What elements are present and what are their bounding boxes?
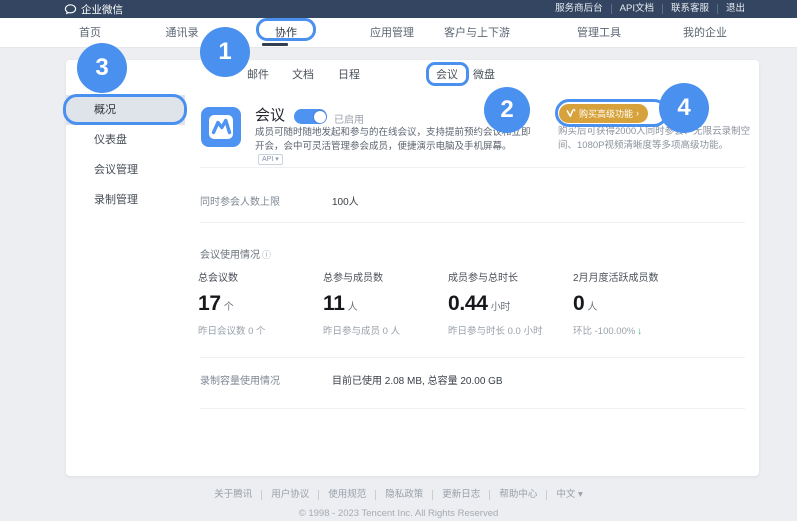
- stat-unit: 个: [224, 302, 234, 313]
- stat-monthly-active: 2月月度活跃成员数 0人 环比 -100.00%↓: [573, 269, 698, 337]
- buy-premium-button[interactable]: 购买高级功能 ›: [559, 104, 648, 123]
- stat-total-participants: 总参与成员数 11人 昨日参与成员 0 人: [323, 269, 448, 337]
- meeting-app-icon: [201, 107, 241, 147]
- primary-nav: 首页 通讯录 协作 应用管理 客户与上下游 管理工具 我的企业: [0, 18, 797, 48]
- topbar-links: 服务商后台 API文档 联系客服 退出: [547, 0, 753, 18]
- capacity-label: 同时参会人数上限: [200, 193, 280, 208]
- chevron-right-icon: ›: [636, 109, 639, 118]
- step-circle-3: 3: [77, 43, 127, 93]
- divider: [200, 222, 745, 223]
- nav-admin-tools[interactable]: 管理工具: [577, 18, 621, 48]
- subtab-drive[interactable]: 微盘: [473, 60, 495, 90]
- footer: 关于腾讯 用户协议 使用规范 隐私政策 更新日志 帮助中心 中文 ▾ © 199…: [0, 484, 797, 519]
- subtab-docs[interactable]: 文档: [292, 60, 314, 90]
- recording-label: 录制容量使用情况: [200, 372, 280, 387]
- subtab-schedule[interactable]: 日程: [338, 60, 360, 90]
- footer-language-selector[interactable]: 中文 ▾: [547, 490, 591, 500]
- contact-support-link[interactable]: 联系客服: [663, 4, 718, 14]
- stat-value: 0: [573, 292, 584, 315]
- footer-link-privacy[interactable]: 隐私政策: [376, 490, 433, 500]
- trend-down-icon: ↓: [637, 326, 642, 337]
- sidebar-item-meeting-management[interactable]: 会议管理: [66, 155, 185, 185]
- api-docs-link[interactable]: API文档: [612, 4, 663, 14]
- sidebar-item-overview[interactable]: 概况: [66, 95, 185, 125]
- api-dropdown-chip[interactable]: API ▾: [258, 154, 283, 165]
- step-circle-1: 1: [200, 27, 250, 77]
- footer-link-about[interactable]: 关于腾讯: [205, 490, 262, 500]
- footer-link-usage-rules[interactable]: 使用规范: [319, 490, 376, 500]
- info-icon[interactable]: ⓘ: [262, 250, 271, 260]
- step-circle-4: 4: [659, 83, 709, 133]
- topbar: 企业微信 服务商后台 API文档 联系客服 退出: [0, 0, 797, 18]
- wecom-admin-page: 企业微信 服务商后台 API文档 联系客服 退出 首页 通讯录 协作 应用管理 …: [0, 0, 797, 521]
- nav-my-company[interactable]: 我的企业: [683, 18, 727, 48]
- stat-value: 11: [323, 292, 345, 315]
- stat-total-meetings: 总会议数 17个 昨日会议数 0 个: [198, 269, 323, 337]
- sidebar-item-dashboard[interactable]: 仪表盘: [66, 125, 185, 155]
- copyright: © 1998 - 2023 Tencent Inc. All Rights Re…: [0, 508, 797, 519]
- toggle-knob: [314, 111, 326, 123]
- meeting-title: 会议: [255, 104, 285, 125]
- nav-app-management[interactable]: 应用管理: [370, 18, 414, 48]
- divider: [200, 357, 745, 358]
- nav-contacts[interactable]: 通讯录: [166, 18, 199, 48]
- meeting-status-label: 已启用: [334, 111, 364, 126]
- stat-unit: 人: [348, 302, 358, 313]
- wecom-logo[interactable]: 企业微信: [64, 0, 123, 18]
- footer-link-help-center[interactable]: 帮助中心: [490, 490, 547, 500]
- subtab-meeting[interactable]: 会议: [436, 60, 458, 90]
- stat-value: 0.44: [448, 292, 488, 315]
- footer-link-user-agreement[interactable]: 用户协议: [262, 490, 319, 500]
- buy-premium-note: 购买后可获得2000人同时参会、无限云录制空间、1080P视频清晰度等多项高级功…: [558, 125, 758, 152]
- active-tab-indicator: [262, 43, 288, 46]
- recording-value: 目前已使用 2.08 MB, 总容量 20.00 GB: [332, 372, 503, 387]
- usage-section-title: 会议使用情况ⓘ: [200, 246, 271, 261]
- stat-value: 17: [198, 292, 221, 315]
- meeting-description: 成员可随时随地发起和参与的在线会议，支持提前预约会议和立即开会，会中可灵活管理参…: [255, 126, 537, 167]
- meeting-enabled-toggle[interactable]: [294, 109, 327, 124]
- chat-bubble-icon: [64, 3, 77, 16]
- step-circle-2: 2: [484, 87, 530, 133]
- nav-customers[interactable]: 客户与上下游: [444, 18, 510, 48]
- stat-unit: 人: [587, 302, 597, 313]
- logo-text: 企业微信: [81, 2, 123, 17]
- divider: [200, 408, 745, 409]
- subtab-mail[interactable]: 邮件: [247, 60, 269, 90]
- vip-icon: [566, 105, 576, 123]
- divider: [200, 167, 745, 168]
- capacity-value: 100人: [332, 193, 359, 208]
- footer-link-changelog[interactable]: 更新日志: [433, 490, 490, 500]
- provider-console-link[interactable]: 服务商后台: [547, 4, 612, 14]
- footer-links: 关于腾讯 用户协议 使用规范 隐私政策 更新日志 帮助中心 中文 ▾: [205, 490, 592, 500]
- buy-premium-label: 购买高级功能: [579, 107, 633, 120]
- stat-unit: 小时: [491, 302, 510, 313]
- logout-link[interactable]: 退出: [718, 4, 753, 14]
- sidebar-item-recording-management[interactable]: 录制管理: [66, 185, 185, 215]
- stat-total-duration: 成员参与总时长 0.44小时 昨日参与时长 0.0 小时: [448, 269, 573, 337]
